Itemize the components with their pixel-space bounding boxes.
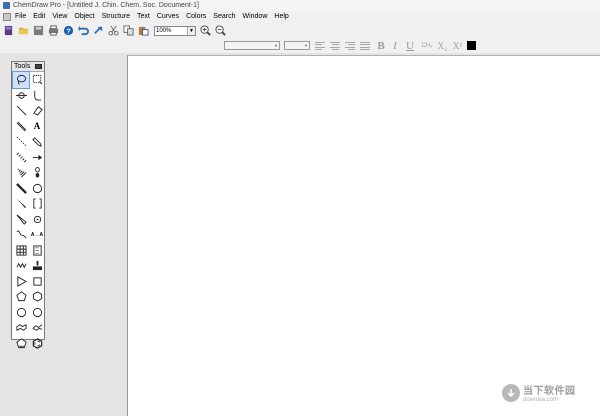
- subscript-button[interactable]: X₂: [436, 41, 449, 51]
- menu-colors[interactable]: Colors: [186, 13, 206, 20]
- hashed-bond-tool[interactable]: [13, 150, 29, 166]
- window-title: ChemDraw Pro - [Untitled J. Chin. Chem. …: [13, 2, 199, 9]
- align-left-icon[interactable]: [315, 42, 325, 50]
- tools-grid: A A→A: [12, 71, 45, 352]
- bold-button[interactable]: B: [376, 40, 386, 52]
- eraser-tool[interactable]: [29, 103, 45, 119]
- cyclopropane-tool[interactable]: [13, 274, 29, 290]
- benzene-tool[interactable]: [29, 336, 45, 352]
- menu-edit[interactable]: Edit: [33, 13, 45, 20]
- zoom-out-icon[interactable]: [214, 25, 226, 37]
- zoom-dropdown[interactable]: 100% ▼: [154, 25, 196, 36]
- tools-palette: Tools A A→A: [11, 61, 45, 349]
- chevron-down-icon: ▼: [304, 43, 308, 48]
- table-tool[interactable]: [13, 243, 29, 259]
- title-bar: ChemDraw Pro - [Untitled J. Chin. Chem. …: [0, 0, 600, 11]
- chevron-down-icon[interactable]: ▼: [187, 26, 195, 35]
- chemical-style-button[interactable]: CH₂: [420, 41, 434, 51]
- new-document-icon[interactable]: [2, 25, 14, 37]
- atom-map-label: A→A: [30, 231, 44, 238]
- cut-icon[interactable]: [107, 25, 119, 37]
- bracket-tool[interactable]: [29, 196, 45, 212]
- chain-tool[interactable]: [13, 258, 29, 274]
- close-icon[interactable]: [35, 64, 42, 69]
- atom-map-tool[interactable]: A→A: [29, 227, 45, 243]
- menu-curves[interactable]: Curves: [157, 13, 179, 20]
- font-size-dropdown[interactable]: ▼: [284, 41, 310, 50]
- chemical-symbol-tool[interactable]: [29, 212, 45, 228]
- document-system-menu-icon[interactable]: [3, 12, 11, 21]
- tools-palette-header[interactable]: Tools: [12, 62, 44, 72]
- menu-view[interactable]: View: [52, 13, 67, 20]
- font-name-dropdown[interactable]: ▼: [224, 41, 280, 50]
- text-tool-label: A: [33, 121, 41, 132]
- chair-cyclohexane-tool-1[interactable]: [13, 320, 29, 336]
- main-toolbar: ? 100% ▼: [0, 22, 600, 39]
- drawing-elements-tool[interactable]: [29, 181, 45, 197]
- hollow-wedge-bond-tool[interactable]: [13, 212, 29, 228]
- chemdraw-app-icon: [3, 2, 10, 9]
- copy-icon[interactable]: [122, 25, 134, 37]
- download-arrow-icon: [502, 383, 520, 402]
- cyclopentane-tool[interactable]: [13, 289, 29, 305]
- bold-bond-tool[interactable]: [13, 181, 29, 197]
- menu-window[interactable]: Window: [242, 13, 267, 20]
- solid-bond-tool[interactable]: [13, 103, 29, 119]
- menu-bar: File Edit View Object Structure Text Cur…: [0, 11, 600, 22]
- svg-text:?: ?: [66, 26, 71, 35]
- orbital-tool[interactable]: [29, 165, 45, 181]
- wavy-bond-tool[interactable]: [13, 227, 29, 243]
- menu-file[interactable]: File: [15, 13, 26, 20]
- menu-structure[interactable]: Structure: [102, 13, 130, 20]
- align-center-icon[interactable]: [330, 42, 340, 50]
- watermark-brand-text: 当下软件园: [523, 386, 576, 397]
- paste-icon[interactable]: [137, 25, 149, 37]
- chair-cyclohexane-tool-2[interactable]: [29, 320, 45, 336]
- help-icon[interactable]: ?: [62, 25, 74, 37]
- multiple-bond-tool[interactable]: [13, 119, 29, 135]
- italic-button[interactable]: I: [391, 40, 399, 52]
- print-icon[interactable]: [47, 25, 59, 37]
- undo-icon[interactable]: [77, 25, 89, 37]
- cycloheptane-tool[interactable]: [13, 305, 29, 321]
- menu-help[interactable]: Help: [274, 13, 288, 20]
- tools-palette-title: Tools: [14, 63, 31, 70]
- wedge-bond-tool[interactable]: [13, 196, 29, 212]
- watermark-url: downxia.com: [523, 397, 559, 403]
- templates-tool[interactable]: [29, 258, 45, 274]
- open-folder-icon[interactable]: [17, 25, 29, 37]
- lasso-tool[interactable]: [12, 71, 30, 89]
- bond-cleavage-tool[interactable]: [29, 88, 45, 104]
- chevron-down-icon: ▼: [274, 43, 278, 48]
- pen-tool[interactable]: [29, 134, 45, 150]
- text-color-swatch[interactable]: [467, 41, 476, 50]
- hashed-wedge-bond-tool[interactable]: [13, 165, 29, 181]
- align-justify-icon[interactable]: [360, 42, 370, 50]
- cyclooctane-tool[interactable]: [29, 305, 45, 321]
- zoom-in-icon[interactable]: [199, 25, 211, 37]
- superscript-button[interactable]: X²: [451, 41, 464, 51]
- cyclohexane-tool[interactable]: [29, 289, 45, 305]
- text-tool[interactable]: A: [29, 119, 45, 135]
- menu-search[interactable]: Search: [213, 13, 235, 20]
- document-canvas[interactable]: [127, 55, 600, 416]
- tlc-plate-tool[interactable]: [29, 243, 45, 259]
- underline-button[interactable]: U: [405, 40, 415, 52]
- arrow-tool[interactable]: [29, 150, 45, 166]
- menu-object[interactable]: Object: [74, 13, 94, 20]
- menu-text[interactable]: Text: [137, 13, 150, 20]
- mass-fragmentation-tool[interactable]: [13, 88, 29, 104]
- marquee-tool[interactable]: [29, 72, 45, 88]
- format-toolbar: ▼ ▼ B I U CH₂ X₂ X²: [0, 39, 600, 53]
- watermark: 当下软件园 downxia.com: [502, 382, 576, 403]
- save-icon[interactable]: [32, 25, 44, 37]
- dashed-bond-tool[interactable]: [13, 134, 29, 150]
- align-right-icon[interactable]: [345, 42, 355, 50]
- cyclobutane-tool[interactable]: [29, 274, 45, 290]
- zoom-value: 100%: [156, 27, 172, 34]
- redo-icon[interactable]: [92, 25, 104, 37]
- cyclopentadiene-tool[interactable]: [13, 336, 29, 352]
